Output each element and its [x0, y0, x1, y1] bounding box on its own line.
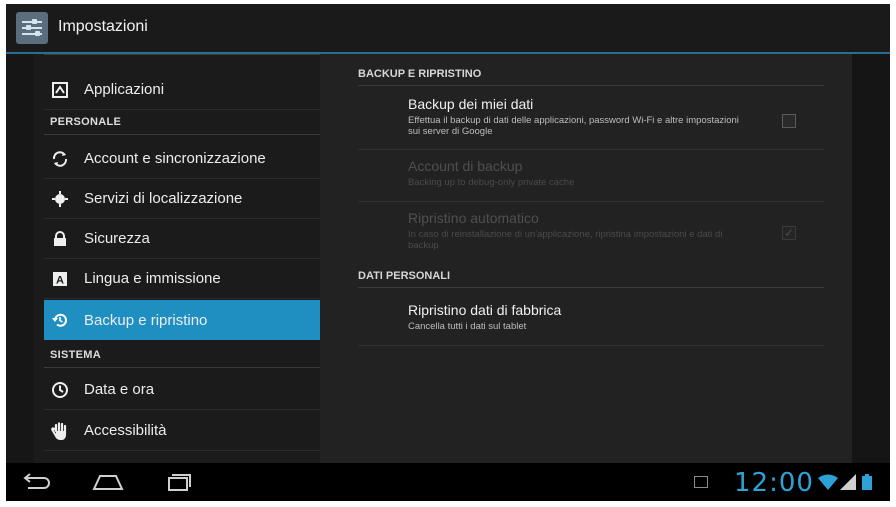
pref-title: Account di backup	[408, 158, 523, 174]
pref-summary: Cancella tutti i dati sul tablet	[408, 321, 527, 332]
section-header-sistema: SISTEMA	[50, 349, 101, 361]
sidebar-item-lingua[interactable]: A Lingua e immissione	[44, 259, 320, 299]
section-header-dati-personali: DATI PERSONALI	[358, 270, 824, 288]
section-header-personale: PERSONALE	[50, 116, 122, 128]
sidebar-item-localizzazione[interactable]: Servizi di localizzazione	[44, 179, 320, 219]
sidebar-item-sicurezza[interactable]: Sicurezza	[44, 219, 320, 259]
clock-icon	[50, 380, 70, 400]
settings-sliders-icon[interactable]	[16, 12, 48, 44]
battery-icon	[862, 474, 872, 490]
location-icon	[50, 189, 70, 209]
sidebar-item-label: Sicurezza	[84, 230, 150, 247]
settings-body: Applicazioni PERSONALE Account e sincron…	[6, 54, 890, 463]
gallery-notification-icon[interactable]	[694, 476, 708, 488]
backup-icon	[50, 310, 70, 330]
sidebar-item-accessibilita[interactable]: Accessibilità	[44, 411, 320, 451]
back-button[interactable]	[14, 469, 58, 495]
pref-ripristino-automatico: Ripristino automatico In caso di reinsta…	[358, 202, 824, 264]
pref-summary: Backing up to debug-only private cache	[408, 177, 575, 188]
pref-account-backup: Account di backup Backing up to debug-on…	[358, 150, 824, 202]
pref-title: Backup dei miei dati	[408, 96, 534, 112]
sidebar-item-label: Backup e ripristino	[84, 311, 208, 329]
sidebar-item-data-ora[interactable]: Data e ora	[44, 370, 320, 410]
status-clock: 12:00	[734, 468, 814, 498]
tablet-screen: Impostazioni Applicazioni PERSONALE Acco…	[6, 4, 890, 501]
pref-summary: In caso di reinstallazione di un'applica…	[408, 229, 723, 251]
sidebar-item-label: Servizi di localizzazione	[84, 190, 243, 207]
pref-ripristino-fabbrica[interactable]: Ripristino dati di fabbrica Cancella tut…	[358, 290, 824, 346]
keyboard-icon: A	[50, 269, 70, 289]
divider	[44, 134, 320, 135]
system-nav-bar: 12:00	[6, 463, 890, 501]
sidebar-item-label: Lingua e immissione	[84, 270, 221, 287]
pref-title: Ripristino automatico	[408, 210, 539, 226]
right-margin	[852, 54, 890, 463]
settings-detail-pane: BACKUP E RIPRISTINO Backup dei miei dati…	[320, 54, 852, 463]
home-icon	[92, 475, 124, 490]
pref-summary: Effettua il backup di dati delle applica…	[408, 115, 739, 137]
pref-title: Ripristino dati di fabbrica	[408, 302, 562, 318]
sidebar-item-backup[interactable]: Backup e ripristino	[44, 300, 320, 340]
recents-icon	[168, 474, 191, 491]
app-title: Impostazioni	[58, 18, 148, 35]
signal-icon	[840, 474, 856, 490]
sidebar-item-account[interactable]: Account e sincronizzazione	[44, 139, 320, 179]
section-header-backup: BACKUP E RIPRISTINO	[358, 68, 824, 86]
sidebar-item-applicazioni[interactable]: Applicazioni	[44, 70, 320, 110]
hand-icon	[50, 421, 70, 441]
pref-backup-dati[interactable]: Backup dei miei dati Effettua il backup …	[358, 88, 824, 150]
ripristino-checkbox: ✓	[782, 226, 796, 240]
sidebar-item-label: Data e ora	[84, 381, 155, 398]
divider	[44, 54, 320, 55]
settings-sidebar[interactable]: Applicazioni PERSONALE Account e sincron…	[34, 54, 320, 463]
backup-checkbox[interactable]	[782, 114, 796, 128]
home-button[interactable]	[86, 469, 130, 495]
sidebar-item-label: Account e sincronizzazione	[84, 150, 266, 167]
sidebar-item-label: Accessibilità	[84, 422, 167, 439]
divider	[44, 367, 320, 368]
action-bar: Impostazioni	[6, 4, 890, 54]
sync-icon	[50, 149, 70, 169]
svg-text:A: A	[56, 274, 64, 286]
wifi-icon	[818, 474, 838, 490]
apps-icon	[50, 80, 70, 100]
sidebar-item-label: Applicazioni	[84, 81, 165, 98]
lock-icon	[50, 229, 70, 249]
back-icon	[23, 473, 50, 489]
recents-button[interactable]	[156, 469, 200, 495]
